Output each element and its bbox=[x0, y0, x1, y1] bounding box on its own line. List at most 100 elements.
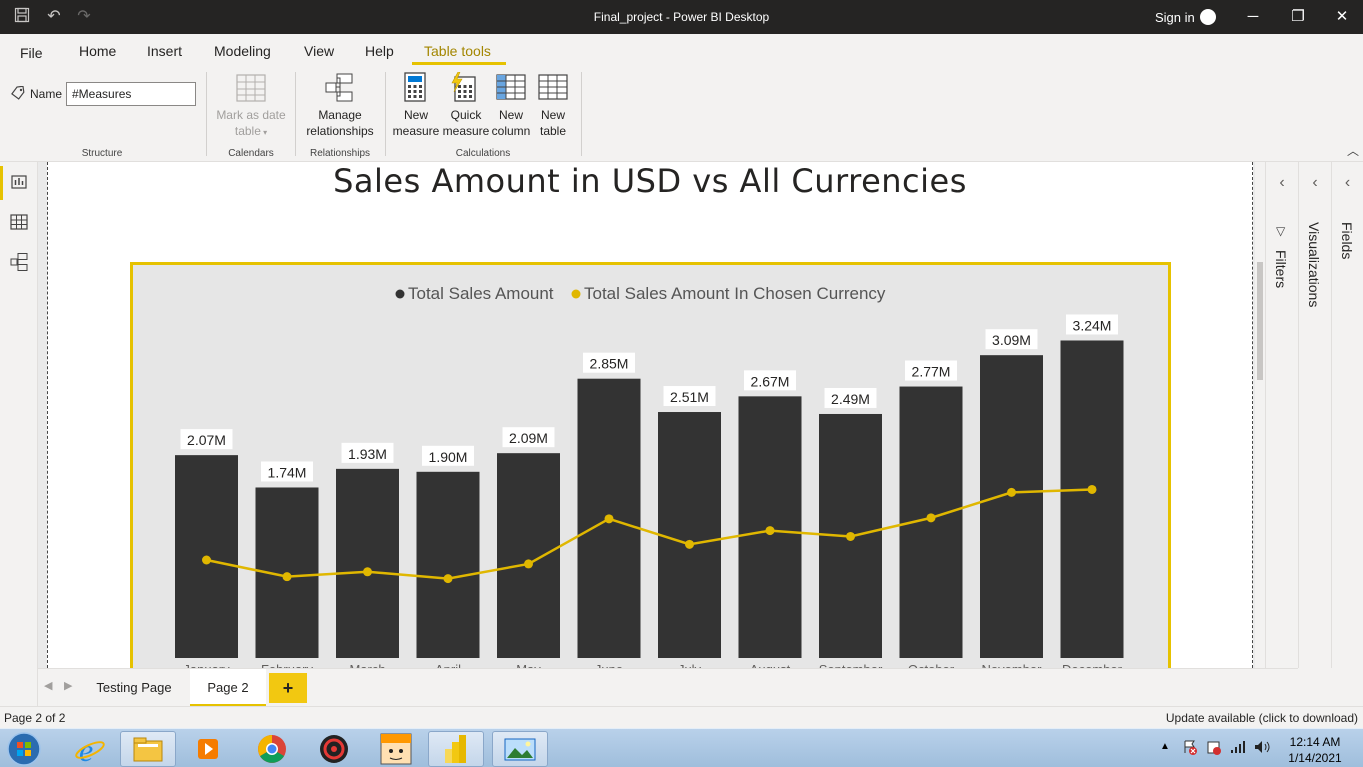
data-label: 2.49M bbox=[831, 391, 870, 407]
tab-home[interactable]: Home bbox=[79, 43, 116, 59]
line-point-january bbox=[202, 555, 211, 565]
bar-july bbox=[658, 412, 721, 658]
data-label: 2.85M bbox=[590, 356, 629, 372]
chevron-left-icon[interactable]: ‹ bbox=[1266, 174, 1298, 192]
network-signal-icon[interactable] bbox=[1230, 740, 1246, 754]
game-app-icon[interactable] bbox=[306, 731, 362, 767]
data-label: 2.51M bbox=[670, 389, 709, 405]
new-table-label: New bbox=[540, 108, 565, 122]
relationships-group-label: Relationships bbox=[309, 148, 371, 159]
title-bar: ↶ ↷ Final_project - Power BI Desktop Sig… bbox=[0, 0, 1363, 34]
bar-march bbox=[336, 468, 399, 658]
line-point-june bbox=[604, 514, 614, 524]
manage-relationships-label: Manage bbox=[318, 108, 362, 122]
bar-december bbox=[1060, 340, 1124, 658]
internet-explorer-icon[interactable]: e bbox=[62, 731, 118, 767]
report-canvas: Sales Amount in USD vs All Currencies To… bbox=[38, 162, 1265, 668]
scrollbar-thumb[interactable] bbox=[1257, 262, 1263, 380]
line-point-october bbox=[926, 513, 936, 523]
menu-bar: File Home Insert Modeling View Help Tabl… bbox=[0, 34, 1363, 66]
media-player-icon[interactable] bbox=[180, 731, 236, 767]
clock-date: 1/14/2021 bbox=[1288, 751, 1342, 765]
combo-chart-visual[interactable]: Total Sales Amount Total Sales Amount In … bbox=[130, 262, 1171, 668]
line-point-may bbox=[524, 559, 533, 569]
data-label: 2.09M bbox=[509, 430, 548, 446]
quick-measure-icon bbox=[449, 71, 477, 107]
tab-table-tools[interactable]: Table tools bbox=[424, 43, 491, 59]
chevron-left-icon[interactable]: ‹ bbox=[1299, 174, 1331, 192]
data-view-icon[interactable] bbox=[9, 212, 29, 232]
quick-measure-label-2: measure bbox=[442, 124, 490, 138]
quick-measure-label: Quick bbox=[450, 108, 482, 122]
canvas-scrollbar[interactable] bbox=[1255, 162, 1265, 668]
minimize-button[interactable]: ─ bbox=[1241, 6, 1265, 28]
chevron-left-icon[interactable]: ‹ bbox=[1332, 174, 1363, 192]
fields-pane[interactable]: ‹ Fields bbox=[1331, 162, 1363, 668]
filters-pane[interactable]: ‹ ▽ Filters bbox=[1265, 162, 1298, 668]
chrome-icon[interactable] bbox=[244, 731, 300, 767]
add-page-button[interactable]: + bbox=[269, 673, 307, 703]
restore-button[interactable]: ❐ bbox=[1286, 6, 1310, 28]
new-table-label-2: table bbox=[539, 124, 567, 138]
update-available-link[interactable]: Update available (click to download) bbox=[1166, 711, 1358, 725]
manage-relationships-label-2: relationships bbox=[306, 124, 374, 138]
structure-group-label: Structure bbox=[81, 148, 123, 159]
new-column-icon bbox=[496, 74, 526, 105]
file-explorer-icon[interactable] bbox=[120, 731, 176, 767]
active-view-indicator bbox=[0, 166, 3, 200]
new-table-icon bbox=[538, 74, 568, 105]
legend-marker-total-sales bbox=[395, 289, 405, 299]
tab-page-2[interactable]: Page 2 bbox=[190, 669, 266, 706]
ribbon-divider bbox=[385, 72, 386, 156]
line-point-march bbox=[363, 567, 372, 577]
power-bi-taskbar-icon[interactable] bbox=[428, 731, 484, 767]
tab-view[interactable]: View bbox=[304, 43, 334, 59]
visualizations-pane[interactable]: ‹ Visualizations bbox=[1298, 162, 1331, 668]
start-button[interactable] bbox=[2, 731, 48, 767]
line-point-february bbox=[282, 572, 292, 582]
security-icon[interactable] bbox=[1206, 739, 1222, 755]
line-point-november bbox=[1007, 487, 1016, 497]
avatar[interactable] bbox=[1200, 9, 1216, 25]
legend-marker-chosen-currency bbox=[571, 289, 581, 299]
table-name-input[interactable] bbox=[66, 82, 196, 106]
clock[interactable]: 12:14 AM 1/14/2021 bbox=[1280, 734, 1350, 766]
next-page-icon[interactable]: ▶ bbox=[64, 679, 72, 692]
visualizations-label: Visualizations bbox=[1306, 222, 1322, 308]
action-center-icon[interactable] bbox=[1182, 739, 1198, 755]
line-point-august bbox=[765, 526, 775, 536]
ribbon-divider bbox=[206, 72, 207, 156]
character-app-icon[interactable] bbox=[368, 731, 424, 767]
prev-page-icon[interactable]: ◀ bbox=[44, 679, 52, 692]
sign-in-link[interactable]: Sign in bbox=[1155, 10, 1195, 25]
close-button[interactable]: ✕ bbox=[1330, 6, 1354, 28]
legend-label-chosen-currency: Total Sales Amount In Chosen Currency bbox=[584, 284, 886, 303]
bar-november bbox=[980, 355, 1043, 658]
status-bar: Page 2 of 2 Update available (click to d… bbox=[0, 706, 1363, 728]
photo-viewer-icon[interactable] bbox=[492, 731, 548, 767]
show-hidden-icons[interactable]: ▲ bbox=[1160, 741, 1170, 752]
line-point-april bbox=[443, 574, 453, 584]
data-label: 1.74M bbox=[268, 464, 307, 480]
volume-icon[interactable] bbox=[1254, 740, 1272, 754]
line-point-september bbox=[846, 531, 855, 541]
filters-label: Filters bbox=[1273, 250, 1289, 289]
ribbon-divider bbox=[581, 72, 582, 156]
tab-modeling[interactable]: Modeling bbox=[214, 43, 271, 59]
data-label: 2.67M bbox=[751, 373, 790, 389]
tab-insert[interactable]: Insert bbox=[147, 43, 182, 59]
tab-testing-page[interactable]: Testing Page bbox=[88, 669, 180, 706]
legend-label-total-sales: Total Sales Amount bbox=[408, 284, 554, 303]
tab-help[interactable]: Help bbox=[365, 43, 394, 59]
clock-time: 12:14 AM bbox=[1289, 735, 1341, 749]
data-label: 3.24M bbox=[1073, 317, 1112, 333]
report-view-icon[interactable] bbox=[9, 172, 29, 192]
collapse-ribbon-icon[interactable]: ︿ bbox=[1347, 142, 1359, 159]
tab-file[interactable]: File bbox=[20, 45, 43, 61]
fields-label: Fields bbox=[1339, 222, 1355, 260]
calendars-group-label: Calendars bbox=[228, 148, 274, 159]
model-view-icon[interactable] bbox=[9, 252, 29, 272]
ribbon: Name Structure Mark as date table ▾ Cale… bbox=[0, 66, 1363, 162]
data-label: 1.93M bbox=[348, 446, 387, 462]
view-switcher bbox=[0, 162, 38, 706]
